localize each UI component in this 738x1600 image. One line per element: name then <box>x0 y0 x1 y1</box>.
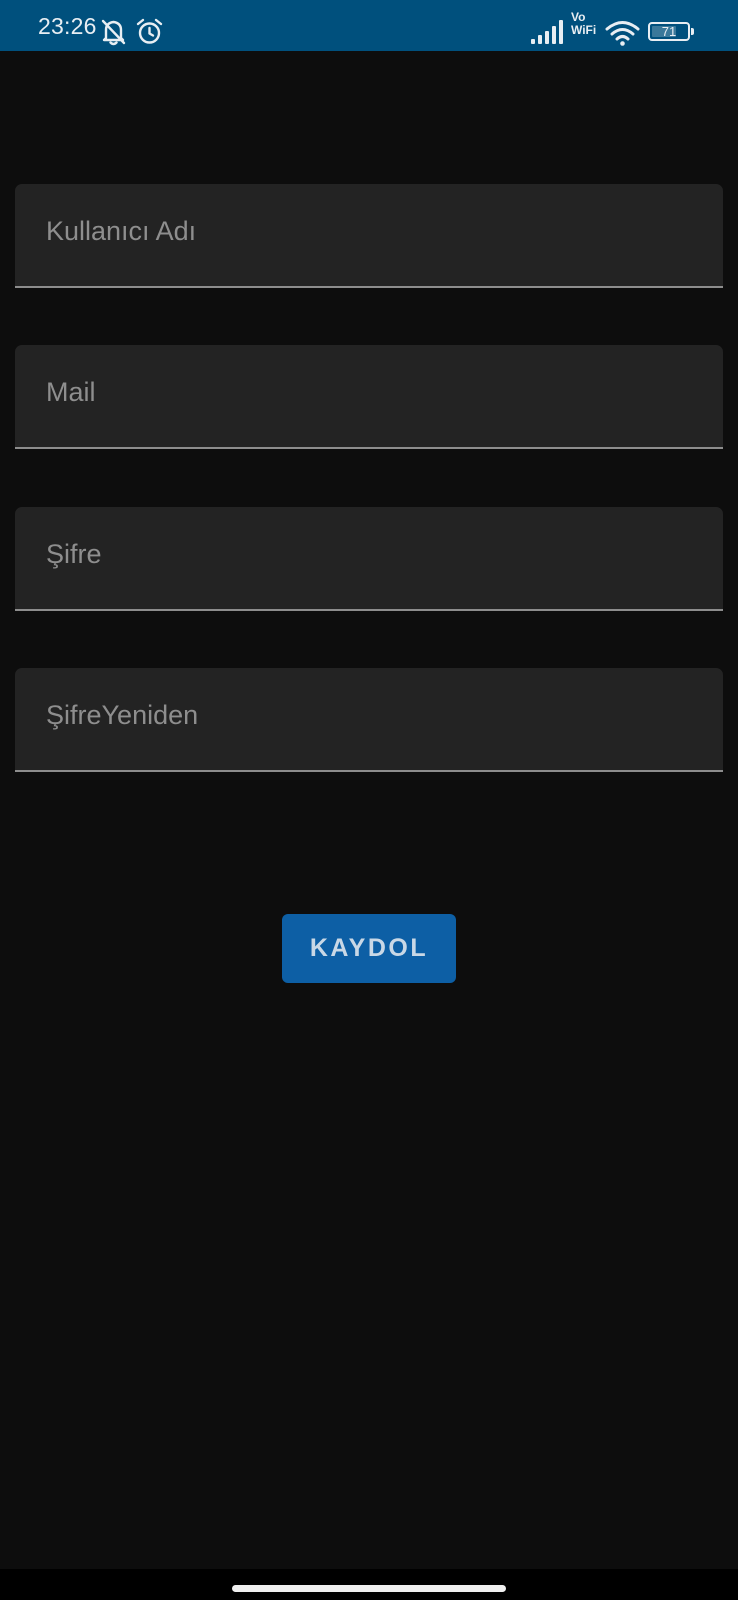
vowifi-indicator: Vo WiFi <box>571 11 596 37</box>
battery-level: 71 <box>661 24 677 39</box>
bell-off-icon <box>101 19 126 46</box>
password-confirm-input[interactable] <box>15 668 723 770</box>
register-button[interactable]: KAYDOL <box>282 914 456 983</box>
signal-strength-icon <box>531 20 563 44</box>
status-time: 23:26 <box>38 13 97 39</box>
email-field <box>15 345 723 449</box>
password-input[interactable] <box>15 507 723 609</box>
username-input[interactable] <box>15 184 723 286</box>
vowifi-bottom-label: WiFi <box>571 23 597 37</box>
password-field <box>15 507 723 611</box>
email-input[interactable] <box>15 345 723 447</box>
home-indicator[interactable] <box>232 1585 506 1592</box>
battery-icon: 71 <box>648 22 690 41</box>
username-field <box>15 184 723 288</box>
password-confirm-field <box>15 668 723 772</box>
status-bar: 23:26 Vo WiFi 71 <box>0 0 738 51</box>
battery-tip <box>691 28 694 35</box>
alarm-clock-icon <box>136 18 163 44</box>
wifi-icon <box>605 21 640 46</box>
